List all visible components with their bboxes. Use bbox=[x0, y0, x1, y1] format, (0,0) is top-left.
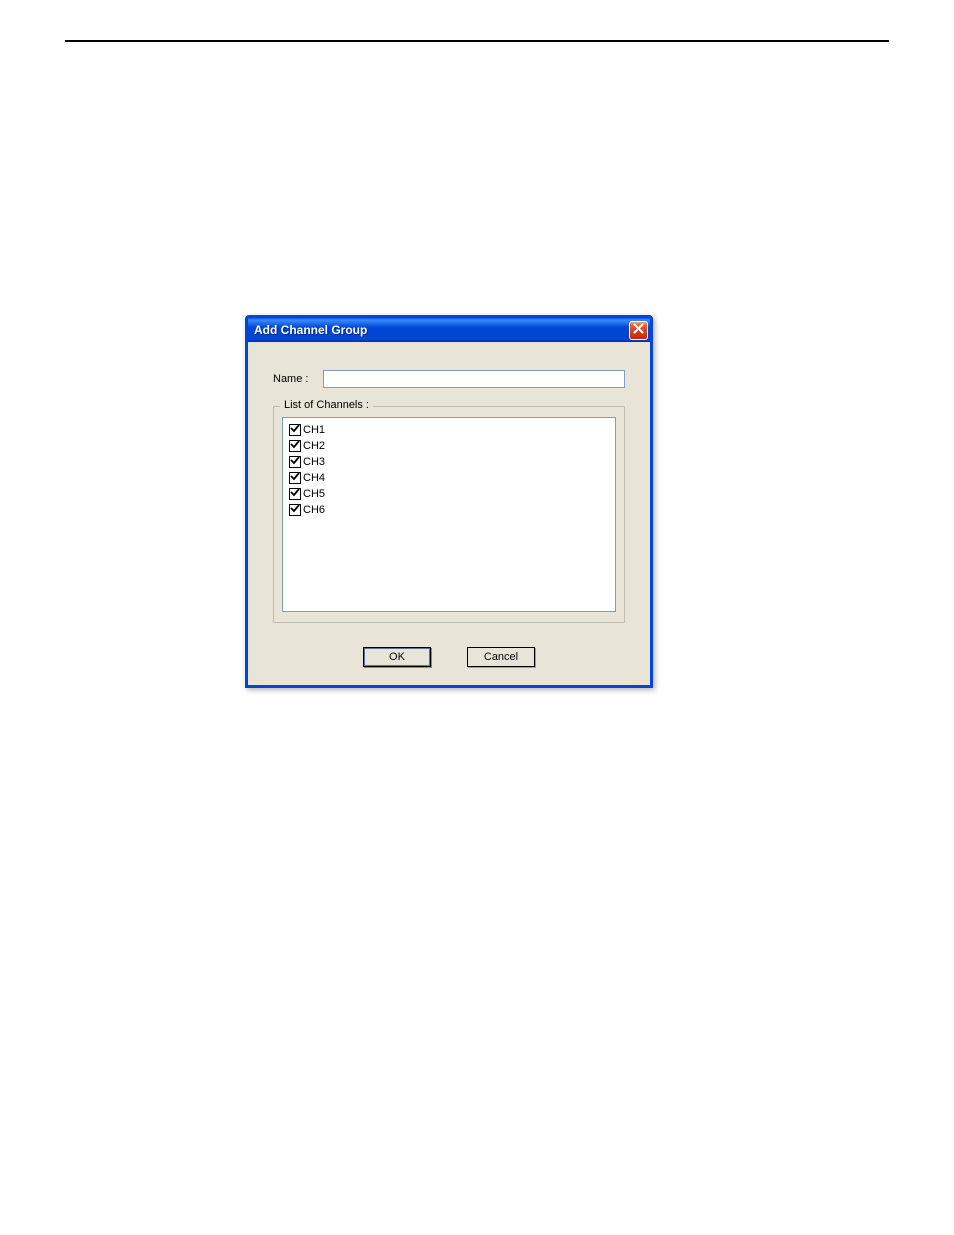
channels-list[interactable]: CH1 CH2 CH3 bbox=[282, 417, 616, 612]
channels-legend: List of Channels : bbox=[280, 399, 373, 411]
name-row: Name : bbox=[273, 370, 625, 388]
checkmark-icon bbox=[290, 438, 300, 454]
channel-label: CH5 bbox=[303, 486, 325, 502]
channel-label: CH2 bbox=[303, 438, 325, 454]
list-item[interactable]: CH5 bbox=[289, 486, 609, 502]
channel-label: CH3 bbox=[303, 454, 325, 470]
add-channel-group-dialog: Add Channel Group Name : List of Channel… bbox=[245, 315, 653, 688]
checkmark-icon bbox=[290, 486, 300, 502]
close-icon bbox=[633, 323, 644, 337]
checkbox[interactable] bbox=[289, 504, 301, 516]
horizontal-rule bbox=[65, 40, 889, 42]
close-button[interactable] bbox=[629, 321, 648, 340]
list-item[interactable]: CH1 bbox=[289, 422, 609, 438]
checkbox[interactable] bbox=[289, 488, 301, 500]
dialog-title: Add Channel Group bbox=[254, 323, 629, 337]
cancel-button[interactable]: Cancel bbox=[467, 647, 535, 667]
checkbox[interactable] bbox=[289, 424, 301, 436]
list-item[interactable]: CH4 bbox=[289, 470, 609, 486]
name-label: Name : bbox=[273, 373, 323, 385]
list-item[interactable]: CH3 bbox=[289, 454, 609, 470]
checkmark-icon bbox=[290, 422, 300, 438]
checkmark-icon bbox=[290, 470, 300, 486]
channel-label: CH4 bbox=[303, 470, 325, 486]
checkbox[interactable] bbox=[289, 456, 301, 468]
channel-label: CH1 bbox=[303, 422, 325, 438]
button-row: OK Cancel bbox=[273, 647, 625, 667]
channels-fieldset: List of Channels : CH1 bbox=[273, 406, 625, 623]
list-item[interactable]: CH2 bbox=[289, 438, 609, 454]
list-item[interactable]: CH6 bbox=[289, 502, 609, 518]
channel-label: CH6 bbox=[303, 502, 325, 518]
name-input[interactable] bbox=[323, 370, 625, 388]
dialog-body: Name : List of Channels : CH1 bbox=[248, 342, 650, 685]
checkbox[interactable] bbox=[289, 472, 301, 484]
checkmark-icon bbox=[290, 502, 300, 518]
titlebar[interactable]: Add Channel Group bbox=[248, 318, 650, 342]
checkmark-icon bbox=[290, 454, 300, 470]
ok-button[interactable]: OK bbox=[363, 647, 431, 667]
checkbox[interactable] bbox=[289, 440, 301, 452]
